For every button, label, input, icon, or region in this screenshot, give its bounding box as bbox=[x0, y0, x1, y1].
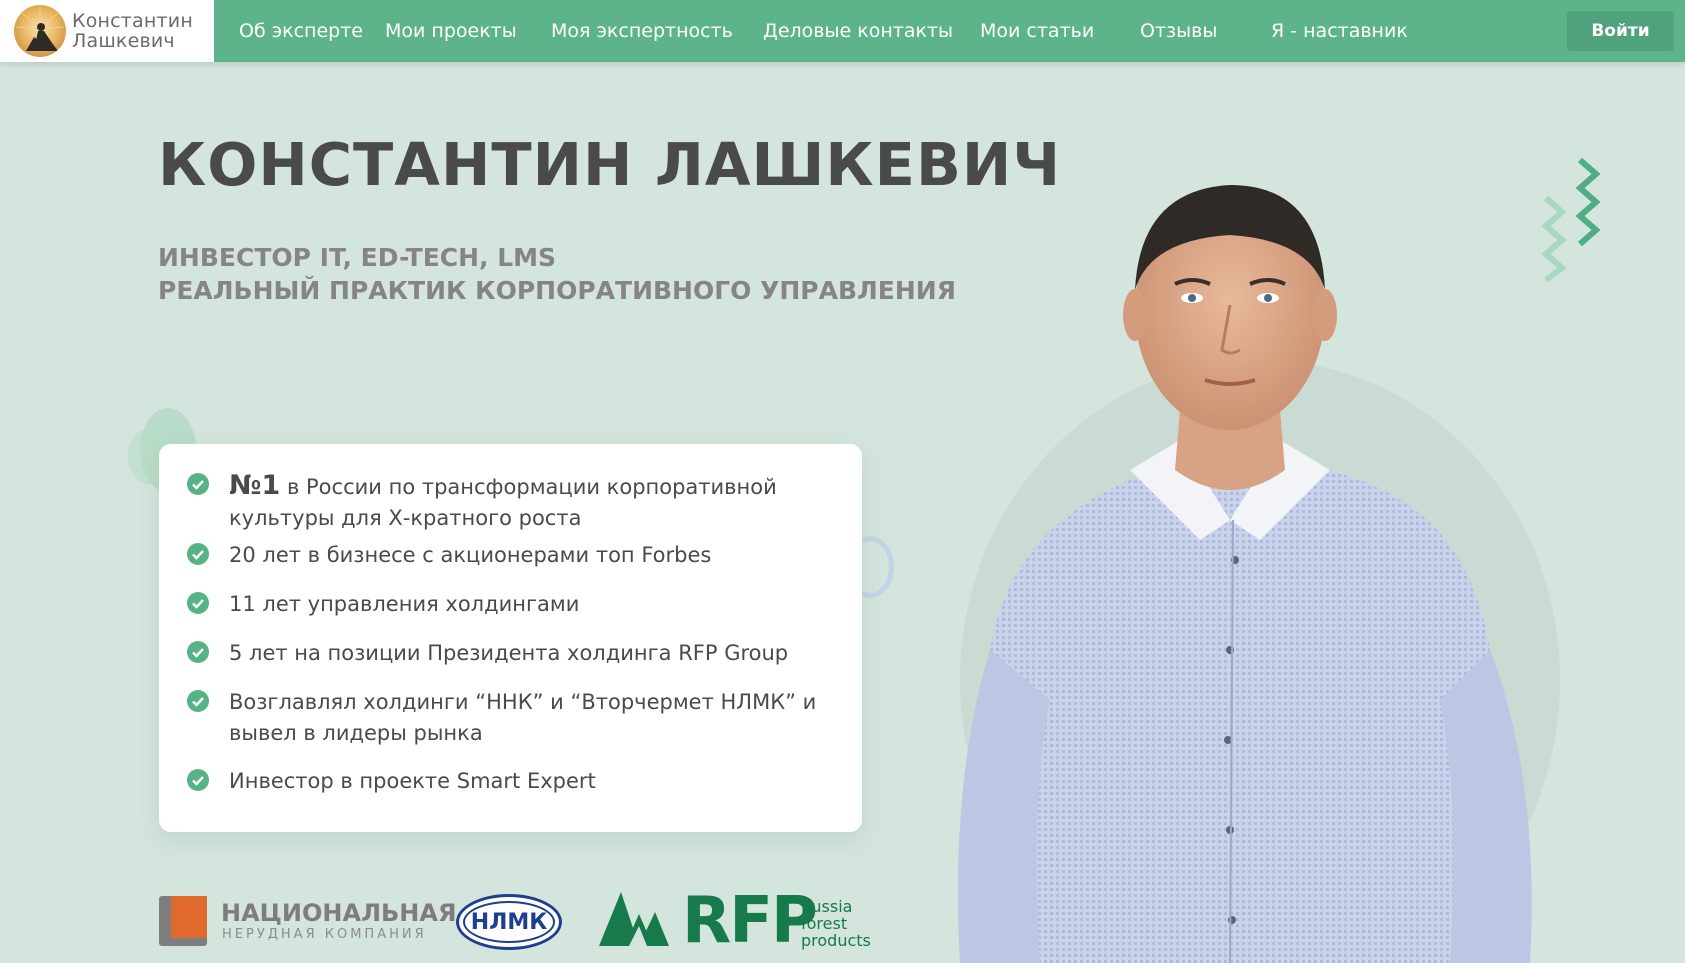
logo-line-2: Лашкевич bbox=[72, 30, 175, 52]
fact-highlight: №1 bbox=[229, 470, 281, 501]
expert-portrait-photo bbox=[958, 185, 1560, 963]
check-circle-icon bbox=[187, 690, 209, 712]
fact-text: 11 лет управления холдингами bbox=[229, 592, 580, 616]
fact-text: №1 в России по трансформации корпоративн… bbox=[229, 470, 829, 534]
fact-text: Возглавлял холдинги “ННК” и “Вторчермет … bbox=[229, 690, 817, 745]
nav-item-mentor[interactable]: Я - наставник bbox=[1271, 20, 1408, 42]
subtitle-practitioner: РЕАЛЬНЫЙ ПРАКТИК КОРПОРАТИВНОГО УПРАВЛЕН… bbox=[158, 276, 956, 305]
fact-text: 5 лет на позиции Президента холдинга RFP… bbox=[229, 641, 789, 665]
rfp-logo-subtitle: Russia forest products bbox=[801, 898, 871, 949]
logo-text: Константин Лашкевич bbox=[72, 11, 193, 51]
list-item: №1 в России по трансформации корпоративн… bbox=[187, 470, 829, 534]
check-circle-icon bbox=[187, 769, 209, 791]
nlmk-logo: НЛМК bbox=[456, 894, 562, 950]
logo-line-1: Константин bbox=[72, 10, 193, 32]
login-button[interactable]: Войти bbox=[1567, 11, 1674, 51]
list-item: Инвестор в проекте Smart Expert bbox=[187, 766, 829, 797]
nav-item-projects[interactable]: Мои проекты bbox=[385, 20, 517, 42]
fact-text: 20 лет в бизнесе с акционерами топ Forbe… bbox=[229, 543, 712, 567]
nav-item-articles[interactable]: Мои статьи bbox=[980, 20, 1094, 42]
rfp-trees-icon bbox=[599, 892, 669, 946]
list-item: Возглавлял холдинги “ННК” и “Вторчермет … bbox=[187, 687, 829, 749]
fact-text: Инвестор в проекте Smart Expert bbox=[229, 769, 596, 793]
fact-text-rest: в России по трансформации корпоративной … bbox=[229, 475, 777, 530]
top-navigation-bar: Константин Лашкевич Об эксперте Мои прое… bbox=[0, 0, 1685, 62]
check-circle-icon bbox=[187, 641, 209, 663]
subtitle-investor: ИНВЕСТОР IT, ED-TECH, LMS bbox=[158, 243, 557, 272]
rfp-sub-line-2: forest bbox=[801, 914, 848, 933]
rfp-sub-line-1: Russia bbox=[801, 897, 853, 916]
check-circle-icon bbox=[187, 592, 209, 614]
achievements-card: №1 в России по трансформации корпоративн… bbox=[159, 444, 862, 832]
list-item: 20 лет в бизнесе с акционерами топ Forbe… bbox=[187, 540, 829, 571]
nav-item-expertise[interactable]: Моя экспертность bbox=[551, 20, 733, 42]
list-item: 5 лет на позиции Президента холдинга RFP… bbox=[187, 638, 829, 669]
nav-item-reviews[interactable]: Отзывы bbox=[1140, 20, 1217, 42]
nav-item-about[interactable]: Об эксперте bbox=[239, 20, 363, 42]
page-title: КОНСТАНТИН ЛАШКЕВИЧ bbox=[158, 130, 1061, 199]
rfp-logo-text: RFP bbox=[682, 884, 818, 958]
nnk-logo-subtitle: НЕРУДНАЯ КОМПАНИЯ bbox=[222, 927, 427, 942]
nnk-logo-icon bbox=[159, 896, 207, 946]
list-item: 11 лет управления холдингами bbox=[187, 589, 829, 620]
rfp-sub-line-3: products bbox=[801, 931, 871, 950]
check-circle-icon bbox=[187, 543, 209, 565]
check-circle-icon bbox=[187, 473, 209, 495]
site-logo[interactable]: Константин Лашкевич bbox=[0, 0, 214, 62]
nnk-logo-title: НАЦИОНАЛЬНАЯ bbox=[221, 899, 457, 927]
logo-emblem-icon bbox=[14, 5, 66, 57]
nav-item-contacts[interactable]: Деловые контакты bbox=[763, 20, 953, 42]
nlmk-logo-text: НЛМК bbox=[463, 901, 555, 943]
